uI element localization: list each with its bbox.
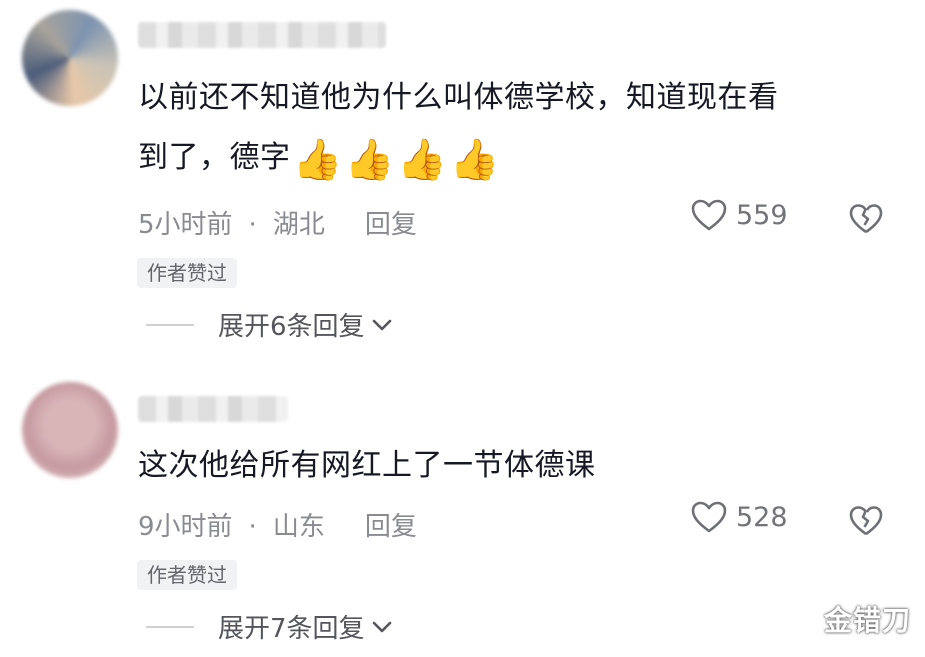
thumbs-up-emoji: 👍 — [397, 137, 448, 183]
like-button[interactable]: 559 — [690, 198, 788, 232]
reply-button[interactable]: 回复 — [365, 210, 417, 240]
expand-replies-label: 展开6条回复 — [218, 312, 365, 342]
broken-heart-icon[interactable] — [848, 504, 884, 538]
comment-text: 以前还不知道他为什么叫体德学校，知道现在看 到了，德字👍👍👍👍 — [138, 68, 779, 188]
thumbs-up-emoji: 👍 — [344, 137, 396, 183]
comment-text-line: 到了，德字👍👍👍👍 — [138, 128, 779, 188]
thumbs-up-emoji: 👍 — [292, 137, 343, 183]
divider-dash — [146, 625, 194, 628]
username-blurred[interactable] — [138, 396, 288, 422]
like-count: 528 — [736, 501, 788, 533]
expand-replies-label: 展开7条回复 — [218, 614, 365, 644]
comment-time: 5小时前 — [138, 210, 233, 240]
comment-text: 这次他给所有网红上了一节体德课 — [138, 436, 596, 496]
username-blurred[interactable] — [138, 22, 386, 48]
avatar[interactable] — [22, 382, 118, 478]
heart-icon — [691, 501, 727, 533]
heart-icon — [691, 199, 727, 231]
comment-location: 湖北 — [272, 210, 325, 240]
divider-dash — [146, 323, 194, 326]
watermark: 金错刀 — [823, 604, 911, 637]
comment-location: 山东 — [272, 512, 325, 542]
comment-text-line: 以前还不知道他为什么叫体德学校，知道现在看 — [138, 80, 779, 115]
comment-meta: 5小时前 · 湖北 回复 — [138, 204, 417, 241]
comment-meta: 9小时前 · 山东 回复 — [138, 506, 417, 543]
chevron-down-icon — [372, 319, 391, 330]
thumbs-up-emoji: 👍 — [449, 137, 500, 183]
expand-replies-button[interactable]: 展开6条回复 — [146, 306, 393, 343]
comment-time: 9小时前 — [138, 512, 233, 542]
meta-separator: · — [248, 210, 257, 240]
meta-separator: · — [248, 512, 257, 542]
chevron-down-icon — [372, 621, 391, 632]
author-liked-badge: 作者赞过 — [137, 560, 237, 590]
comment-text-line: 这次他给所有网红上了一节体德课 — [138, 448, 596, 483]
like-button[interactable]: 528 — [690, 500, 788, 534]
expand-replies-button[interactable]: 展开7条回复 — [146, 608, 393, 645]
author-liked-badge: 作者赞过 — [137, 258, 237, 288]
broken-heart-icon[interactable] — [848, 202, 884, 236]
comment-text-segment: 到了，德字 — [138, 140, 291, 175]
avatar[interactable] — [22, 10, 118, 106]
reply-button[interactable]: 回复 — [365, 512, 417, 542]
like-count: 559 — [736, 199, 788, 231]
